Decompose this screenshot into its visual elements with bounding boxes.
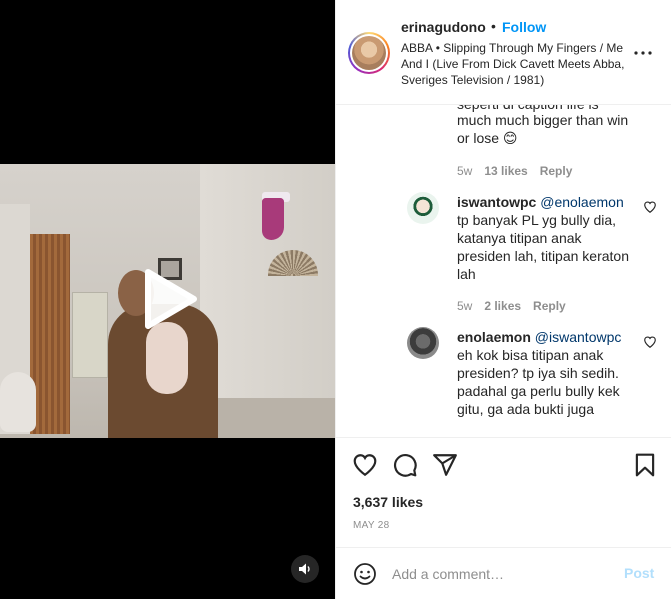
comment-text: eh kok bisa titipan anak presiden? tp iy… — [457, 347, 620, 417]
comment-meta: 5w 2 likes Reply — [457, 299, 566, 313]
emoji-icon[interactable] — [353, 562, 377, 586]
avatar[interactable] — [348, 32, 390, 74]
more-options-icon — [634, 51, 652, 55]
post-header: erinagudono • Follow ABBA • Slipping Thr… — [336, 0, 671, 105]
comment-input[interactable] — [392, 562, 612, 586]
comment-icon[interactable] — [392, 452, 418, 478]
comment-likes[interactable]: 13 likes — [484, 164, 527, 178]
more-options-button[interactable] — [632, 44, 654, 62]
audio-info[interactable]: ABBA • Slipping Through My Fingers / Me … — [401, 40, 631, 88]
baby-image — [146, 322, 188, 394]
volume-button[interactable] — [291, 555, 319, 583]
post-date[interactable]: MAY 28 — [353, 520, 389, 531]
video-player[interactable] — [0, 0, 335, 599]
post-button[interactable]: Post — [624, 565, 654, 581]
comment-like-icon[interactable] — [643, 335, 657, 349]
teddy-bear-image — [0, 372, 36, 432]
bookmark-icon[interactable] — [632, 452, 658, 478]
stocking-image — [262, 198, 284, 240]
comments-list[interactable]: seperti di caption life is much much big… — [336, 105, 671, 437]
reply-button[interactable]: Reply — [540, 164, 573, 178]
post-actions: 3,637 likes MAY 28 — [336, 437, 671, 547]
follow-button[interactable]: Follow — [502, 19, 546, 35]
reply-button[interactable]: Reply — [533, 299, 566, 313]
comment-username[interactable]: iswantowpc — [457, 194, 536, 210]
separator-dot: • — [491, 18, 496, 34]
door-image — [30, 234, 70, 434]
comment-likes[interactable]: 2 likes — [484, 299, 521, 313]
comment-time[interactable]: 5w — [457, 164, 472, 178]
comment-body: enolaemon @iswantowpc eh kok bisa titipa… — [457, 328, 637, 418]
post-detail-panel: erinagudono • Follow ABBA • Slipping Thr… — [335, 0, 671, 599]
comment-body: iswantowpc @enolaemon tp banyak PL yg bu… — [457, 193, 637, 283]
comment-text: much much bigger than win or lose 😊 — [457, 112, 629, 146]
comment-time[interactable]: 5w — [457, 299, 472, 313]
likes-count[interactable]: 3,637 likes — [353, 494, 423, 510]
share-icon[interactable] — [432, 452, 458, 478]
volume-icon — [299, 563, 310, 575]
heart-icon[interactable] — [352, 452, 378, 478]
comment-mention[interactable]: @iswantowpc — [535, 329, 622, 345]
play-icon[interactable] — [138, 268, 200, 330]
author-username[interactable]: erinagudono — [401, 19, 486, 35]
commenter-avatar[interactable] — [407, 192, 439, 224]
comment-username[interactable]: enolaemon — [457, 329, 531, 345]
commenter-avatar[interactable] — [407, 327, 439, 359]
comment-meta: 5w 13 likes Reply — [457, 164, 572, 178]
add-comment-bar: Post — [336, 547, 671, 599]
comment-mention[interactable]: @enolaemon — [540, 194, 624, 210]
comment-like-icon[interactable] — [643, 200, 657, 214]
comment-text: tp banyak PL yg bully dia, katanya titip… — [457, 212, 629, 282]
wall-poster-image — [72, 292, 108, 378]
